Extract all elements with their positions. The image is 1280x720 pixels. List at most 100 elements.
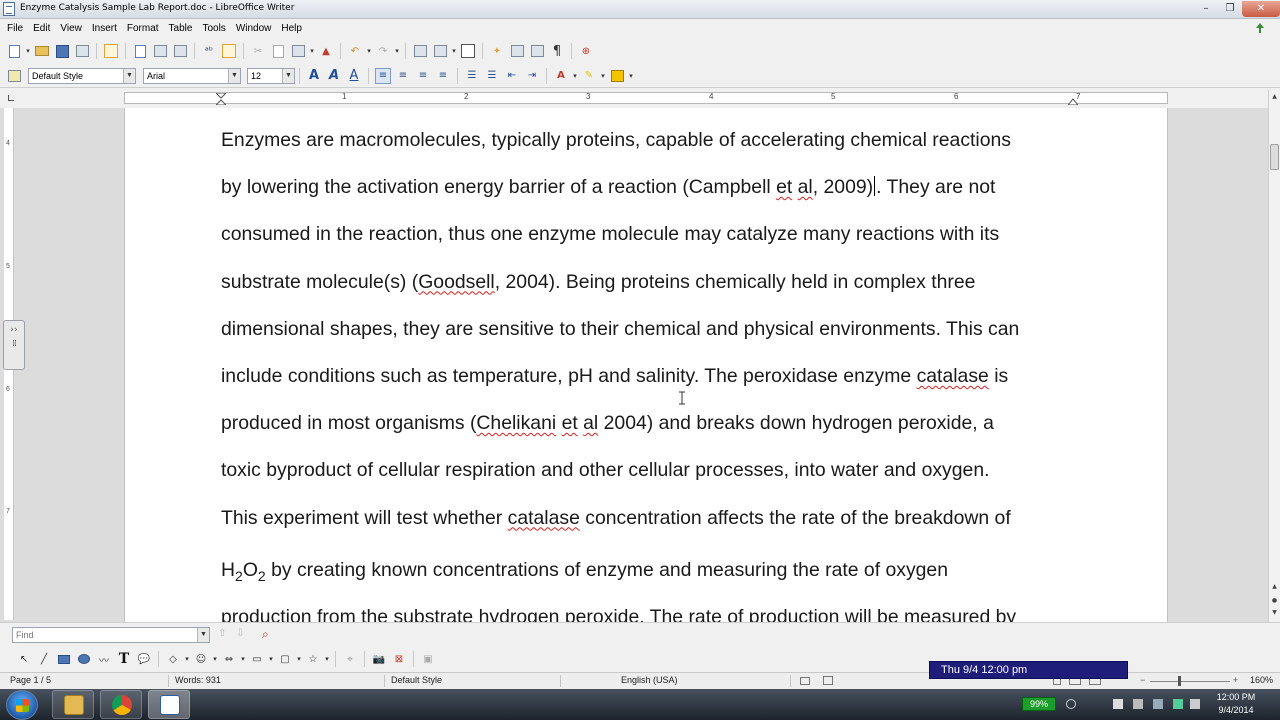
line-icon[interactable]: ╱ — [36, 651, 52, 667]
zoom-slider[interactable] — [1150, 681, 1230, 682]
page[interactable]: Enzymes are macromolecules, typically pr… — [124, 108, 1168, 622]
paragraph-style-select[interactable]: Default Style ▼ — [28, 67, 136, 84]
align-left-icon[interactable]: ≡ — [375, 67, 391, 84]
chevron-down-icon[interactable]: ▼ — [123, 68, 135, 83]
align-right-icon[interactable]: ≡ — [415, 68, 431, 84]
chevron-down-icon[interactable]: ▼ — [282, 68, 294, 83]
page-style[interactable]: Default Style — [391, 675, 442, 685]
start-button[interactable] — [6, 690, 38, 720]
points-icon[interactable]: ⌖ — [342, 651, 358, 667]
menu-edit[interactable]: Edit — [28, 23, 55, 34]
scrollbar-thumb[interactable] — [1270, 144, 1279, 170]
autospellcheck-icon[interactable] — [221, 43, 237, 59]
zoom-icon[interactable]: ⊕ — [578, 43, 594, 59]
maximize-button[interactable]: ❐ — [1218, 1, 1242, 17]
menu-tools[interactable]: Tools — [197, 23, 230, 34]
font-size-select[interactable]: 12 ▼ — [247, 67, 295, 84]
print-preview-icon[interactable] — [172, 43, 188, 59]
menu-table[interactable]: Table — [164, 23, 198, 34]
horizontal-ruler[interactable]: 1 2 3 4 5 6 7 — [124, 92, 1168, 105]
document-body[interactable]: Enzymes are macromolecules, typically pr… — [221, 121, 1081, 622]
tab-stop-selector[interactable] — [8, 95, 14, 101]
highlighting-dropdown-icon[interactable]: ▾ — [599, 68, 607, 84]
block-arrows-icon[interactable]: ⇔ — [221, 651, 237, 667]
email-icon[interactable] — [74, 43, 90, 59]
edit-file-icon[interactable] — [103, 43, 119, 59]
menu-insert[interactable]: Insert — [87, 23, 122, 34]
fontwork-icon[interactable]: ⊠ — [391, 651, 407, 667]
decrease-indent-icon[interactable]: ⇤ — [504, 68, 520, 84]
taskbar-explorer[interactable] — [52, 690, 94, 719]
show-draw-functions-icon[interactable] — [460, 43, 476, 59]
sync-icon[interactable] — [1066, 699, 1076, 709]
right-indent-marker[interactable] — [1068, 96, 1078, 105]
clone-formatting-icon[interactable]: ▲ — [318, 43, 334, 59]
callout-icon[interactable]: 💬 — [136, 651, 152, 667]
scroll-down-icon[interactable]: ▼ — [1270, 608, 1279, 617]
chevron-down-icon[interactable]: ▼ — [197, 628, 209, 642]
insert-mode-icon[interactable] — [800, 677, 810, 685]
italic-icon[interactable]: A — [326, 68, 342, 84]
stars-dropdown-icon[interactable]: ▾ — [323, 651, 331, 667]
close-button[interactable]: ✕ — [1242, 1, 1280, 17]
find-previous-icon[interactable]: ⇧ — [218, 628, 226, 639]
align-center-icon[interactable]: ≡ — [395, 68, 411, 84]
styles-formatting-icon[interactable] — [6, 68, 22, 84]
background-color-icon[interactable] — [609, 68, 625, 84]
export-pdf-icon[interactable] — [132, 43, 148, 59]
numbering-icon[interactable]: ☰ — [464, 68, 480, 84]
document-modified-icon[interactable] — [823, 676, 833, 685]
system-clock[interactable]: 12:00 PM 9/4/2014 — [1206, 691, 1266, 717]
font-color-dropdown-icon[interactable]: ▾ — [571, 68, 579, 84]
redo-icon[interactable]: ↷ — [375, 43, 391, 59]
chevron-down-icon[interactable]: ▼ — [228, 68, 240, 83]
menu-help[interactable]: Help — [276, 23, 307, 34]
taskbar-writer[interactable] — [148, 690, 190, 719]
justify-icon[interactable]: ≡ — [435, 68, 451, 84]
highlighting-icon[interactable]: ✎ — [581, 68, 597, 84]
data-sources-icon[interactable] — [529, 43, 545, 59]
update-icon[interactable] — [1254, 22, 1266, 34]
save-icon[interactable] — [54, 43, 70, 59]
language[interactable]: English (USA) — [621, 675, 678, 685]
menu-format[interactable]: Format — [122, 23, 164, 34]
power-icon[interactable] — [1133, 699, 1143, 709]
find-next-icon[interactable]: ⇩ — [236, 628, 244, 639]
hyperlink-icon[interactable] — [412, 43, 428, 59]
bold-icon[interactable]: A — [306, 68, 322, 84]
menu-file[interactable]: File — [2, 23, 28, 34]
paste-dropdown-icon[interactable]: ▾ — [308, 43, 316, 59]
app-tray-icon[interactable] — [1173, 699, 1183, 709]
word-count[interactable]: Words: 931 — [175, 675, 221, 685]
paste-icon[interactable] — [290, 43, 306, 59]
font-name-select[interactable]: Arial ▼ — [143, 67, 241, 84]
menu-window[interactable]: Window — [231, 23, 277, 34]
gallery-icon[interactable] — [509, 43, 525, 59]
from-file-icon[interactable]: 📷 — [371, 651, 387, 667]
page-nav-icon[interactable]: ● — [1270, 596, 1279, 605]
left-indent-marker[interactable] — [216, 93, 226, 105]
open-folder-icon[interactable] — [34, 43, 50, 59]
navigator-icon[interactable]: ✦ — [489, 43, 505, 59]
zoom-level[interactable]: 160% — [1250, 675, 1273, 685]
scroll-up-icon[interactable]: ▲ — [1270, 582, 1279, 591]
basic-shapes-icon[interactable]: ◇ — [165, 651, 181, 667]
block-arrows-dropdown-icon[interactable]: ▾ — [239, 651, 247, 667]
vertical-scrollbar[interactable]: ▲ ▲ ● ▼ — [1268, 90, 1280, 622]
cut-icon[interactable]: ✂ — [250, 43, 266, 59]
basic-shapes-dropdown-icon[interactable]: ▾ — [183, 651, 191, 667]
redo-dropdown-icon[interactable]: ▾ — [393, 43, 401, 59]
print-icon[interactable] — [152, 43, 168, 59]
battery-indicator[interactable]: 99% — [1022, 697, 1056, 711]
new-document-icon[interactable] — [6, 43, 22, 59]
find-input[interactable]: Find ▼ — [12, 627, 210, 643]
callouts-dropdown-icon[interactable]: ▾ — [295, 651, 303, 667]
copy-icon[interactable] — [270, 43, 286, 59]
text-tool-icon[interactable]: T — [116, 651, 132, 667]
flag-icon[interactable] — [1113, 699, 1123, 709]
symbol-shapes-dropdown-icon[interactable]: ▾ — [211, 651, 219, 667]
volume-icon[interactable] — [1190, 699, 1200, 709]
network-icon[interactable] — [1153, 699, 1163, 709]
increase-indent-icon[interactable]: ⇥ — [524, 68, 540, 84]
flowchart-icon[interactable]: ▭ — [249, 651, 265, 667]
